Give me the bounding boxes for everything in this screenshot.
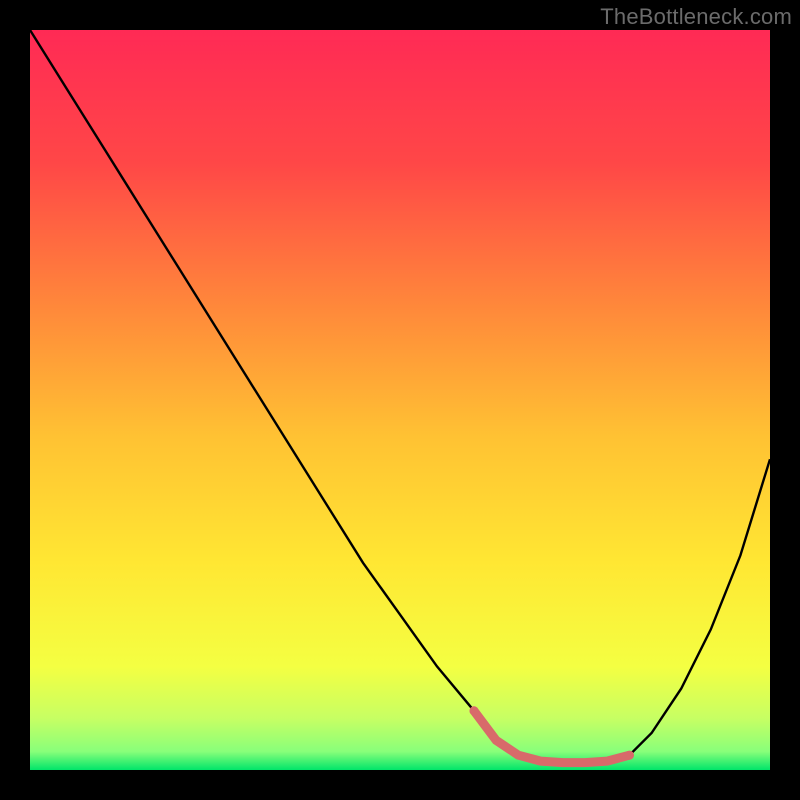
bottleneck-chart <box>30 30 770 770</box>
highlight-endpoint-start <box>470 706 479 715</box>
gradient-background <box>30 30 770 770</box>
chart-frame <box>30 30 770 770</box>
highlight-endpoint-end <box>625 751 634 760</box>
watermark-text: TheBottleneck.com <box>600 4 792 30</box>
